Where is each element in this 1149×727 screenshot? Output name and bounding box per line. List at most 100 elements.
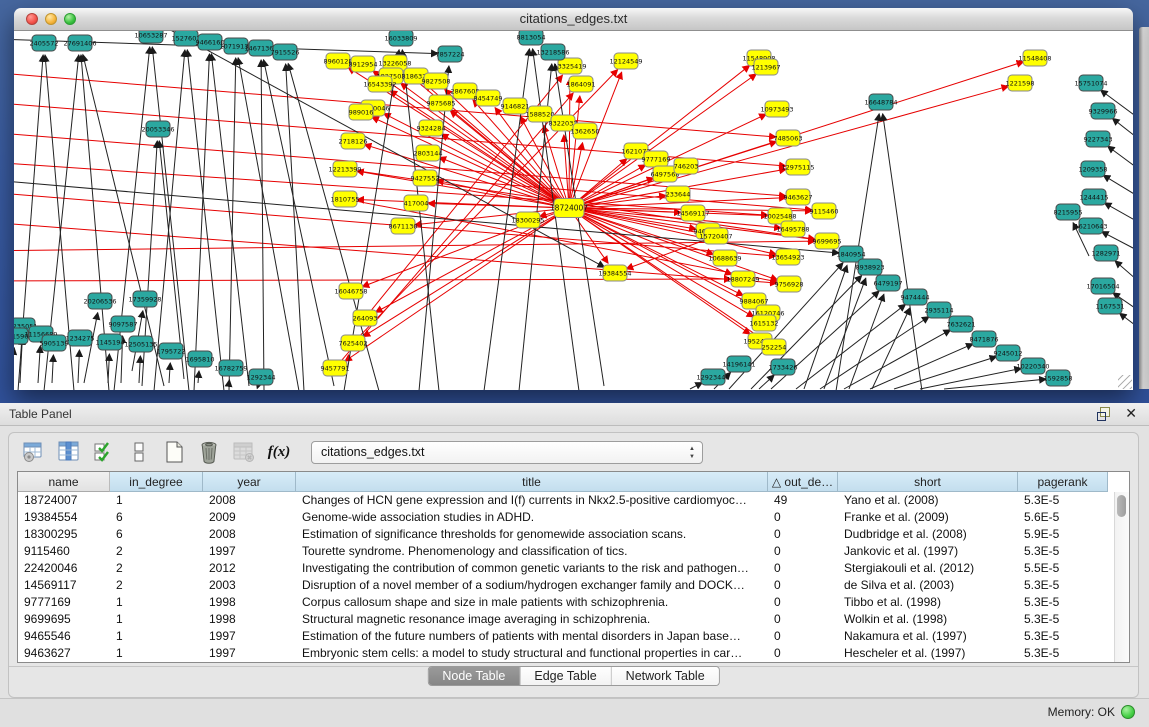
- close-panel-icon[interactable]: ✕: [1125, 405, 1137, 421]
- memory-status[interactable]: Memory: OK: [1048, 705, 1135, 719]
- column-header-title[interactable]: title: [296, 472, 768, 492]
- graph-node[interactable]: 14196141: [722, 356, 755, 372]
- graph-node[interactable]: 18724007: [550, 199, 588, 218]
- table-cell[interactable]: 1998: [203, 611, 296, 628]
- table-row[interactable]: 946554611997Estimation of the future num…: [18, 628, 1129, 645]
- vertical-scrollbar[interactable]: [1114, 492, 1129, 662]
- graph-node[interactable]: 10688639: [708, 250, 741, 266]
- graph-node[interactable]: 6479197: [874, 275, 903, 291]
- table-row[interactable]: 977716911998Corpus callosum shape and si…: [18, 594, 1129, 611]
- table-row[interactable]: 1456911722003Disruption of a novel membe…: [18, 577, 1129, 594]
- table-cell[interactable]: 1997: [203, 645, 296, 662]
- graph-node[interactable]: 18300295: [511, 212, 544, 228]
- graph-node[interactable]: 13218586: [536, 44, 569, 60]
- table-cell[interactable]: 0: [768, 526, 838, 543]
- graph-node[interactable]: 12505135: [124, 336, 157, 352]
- table-row[interactable]: 1938455462009Genome-wide association stu…: [18, 509, 1129, 526]
- graph-node[interactable]: 12213399: [328, 161, 361, 177]
- table-cell[interactable]: 5.3E-5: [1018, 594, 1108, 611]
- graph-node[interactable]: 16046758: [334, 283, 367, 299]
- table-row[interactable]: 911546021997Tourette syndrome. Phenomeno…: [18, 543, 1129, 560]
- table-row[interactable]: 1872400712008Changes of HCN gene express…: [18, 492, 1129, 509]
- graph-edge[interactable]: [372, 117, 561, 204]
- table-cell[interactable]: 0: [768, 577, 838, 594]
- graph-edge[interactable]: [38, 346, 40, 383]
- table-cell[interactable]: Franke et al. (2009): [838, 509, 1018, 526]
- table-cell[interactable]: 5.3E-5: [1018, 577, 1108, 594]
- graph-node[interactable]: 1282971: [1092, 245, 1121, 261]
- table-cell[interactable]: 1: [110, 645, 203, 662]
- table-cell[interactable]: 2012: [203, 560, 296, 577]
- graph-edge[interactable]: [139, 356, 140, 383]
- graph-node[interactable]: 9427552: [411, 170, 440, 186]
- graph-node[interactable]: 9227343: [1084, 131, 1113, 147]
- scrollbar-thumb[interactable]: [1117, 495, 1126, 517]
- graph-node[interactable]: 9097587: [109, 316, 138, 332]
- table-cell[interactable]: 5.3E-5: [1018, 628, 1108, 645]
- graph-node[interactable]: 1221598: [1006, 75, 1035, 91]
- table-cell[interactable]: 0: [768, 509, 838, 526]
- table-cell[interactable]: 2008: [203, 526, 296, 543]
- graph-node[interactable]: 233644: [666, 186, 691, 202]
- graph-node[interactable]: 16543392: [363, 76, 396, 92]
- table-cell[interactable]: 1998: [203, 594, 296, 611]
- graph-node[interactable]: 989016: [349, 104, 374, 120]
- graph-node[interactable]: 7857224: [436, 46, 465, 62]
- table-cell[interactable]: 9777169: [18, 594, 110, 611]
- graph-edge[interactable]: [238, 58, 299, 390]
- table-cell[interactable]: Jankovic et al. (1997): [838, 543, 1018, 560]
- table-cell[interactable]: Nakamura et al. (1997): [838, 628, 1018, 645]
- graph-node[interactable]: 1810755: [331, 191, 360, 207]
- graph-node[interactable]: 9756928: [775, 276, 804, 292]
- graph-node[interactable]: 20053346: [141, 121, 174, 137]
- graph-edge[interactable]: [286, 64, 304, 390]
- table-cell[interactable]: 5.3E-5: [1018, 645, 1108, 662]
- column-header-in_degree[interactable]: in_degree: [110, 472, 203, 492]
- graph-node[interactable]: 5905139: [40, 335, 69, 351]
- network-canvas[interactable]: 1872400789601288912954132260581827503165…: [14, 31, 1133, 390]
- graph-node[interactable]: 13654923: [771, 249, 804, 265]
- table-cell[interactable]: de Silva et al. (2003): [838, 577, 1018, 594]
- table-cell[interactable]: 5.9E-5: [1018, 526, 1108, 543]
- graph-edge[interactable]: [1120, 313, 1133, 341]
- graph-edge[interactable]: [690, 383, 702, 389]
- graph-edge[interactable]: [198, 371, 199, 383]
- graph-edge[interactable]: [108, 354, 109, 383]
- graph-edge[interactable]: [1103, 175, 1133, 206]
- graph-edge[interactable]: [759, 375, 774, 389]
- graph-edge[interactable]: [1112, 118, 1133, 151]
- table-cell[interactable]: 2008: [203, 492, 296, 509]
- float-window-icon[interactable]: [1097, 407, 1111, 421]
- graph-node[interactable]: 7625402: [339, 335, 368, 351]
- column-header-short[interactable]: short: [838, 472, 1018, 492]
- table-cell[interactable]: 1: [110, 611, 203, 628]
- graph-edge[interactable]: [1108, 146, 1133, 179]
- graph-node[interactable]: 7485063: [774, 130, 803, 146]
- table-cell[interactable]: Hescheler et al. (1997): [838, 645, 1018, 662]
- graph-node[interactable]: 9115460: [810, 203, 839, 219]
- graph-node[interactable]: 1244415: [1080, 189, 1109, 205]
- table-settings-icon[interactable]: [21, 439, 47, 465]
- table-cell[interactable]: Wolkin et al. (1998): [838, 611, 1018, 628]
- graph-edge[interactable]: [261, 60, 264, 390]
- table-cell[interactable]: 6: [110, 509, 203, 526]
- graph-node[interactable]: 417004: [404, 195, 429, 211]
- table-cell[interactable]: 18724007: [18, 492, 110, 509]
- graph-node[interactable]: 1209358: [1079, 161, 1108, 177]
- graph-edge[interactable]: [187, 50, 224, 390]
- table-cell[interactable]: 0: [768, 560, 838, 577]
- graph-edge[interactable]: [169, 363, 170, 383]
- table-cell[interactable]: Corpus callosum shape and size in male p…: [296, 594, 768, 611]
- table-cell[interactable]: 1997: [203, 543, 296, 560]
- new-document-icon[interactable]: [161, 439, 187, 465]
- table-cell[interactable]: 1: [110, 594, 203, 611]
- graph-node[interactable]: 15751074: [1074, 75, 1107, 91]
- table-cell[interactable]: 2: [110, 577, 203, 594]
- graph-node[interactable]: 15720407: [699, 228, 732, 244]
- table-cell[interactable]: 2009: [203, 509, 296, 526]
- graph-node[interactable]: 1795722: [157, 343, 186, 359]
- graph-node[interactable]: 9329966: [1089, 103, 1118, 119]
- table-cell[interactable]: 18300295: [18, 526, 110, 543]
- graph-node[interactable]: 1292344: [247, 369, 276, 385]
- graph-node[interactable]: 11548408: [1018, 50, 1051, 66]
